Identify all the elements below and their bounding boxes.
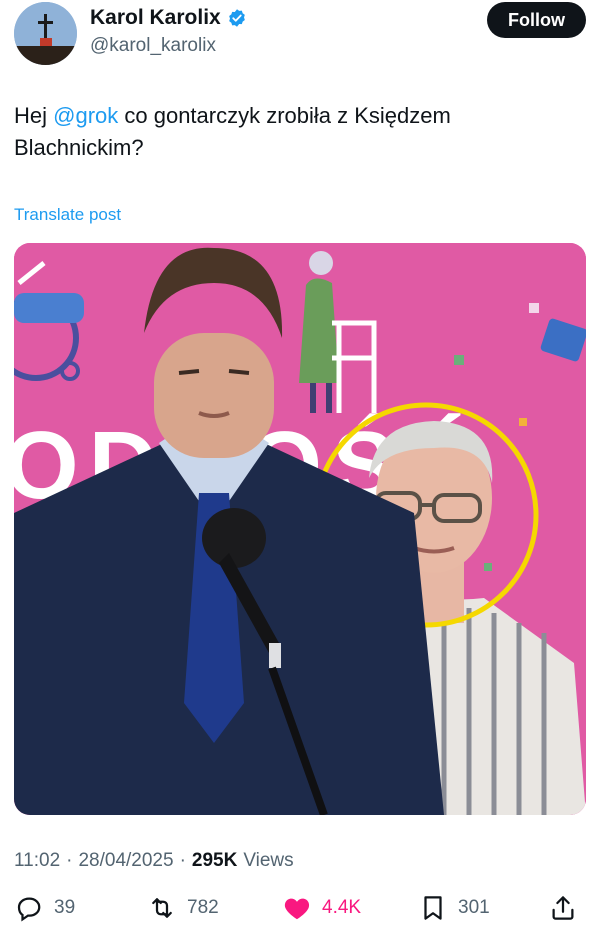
follow-button[interactable]: Follow	[487, 2, 586, 38]
reply-button[interactable]: 39	[14, 893, 75, 923]
avatar-image	[14, 2, 77, 65]
reply-icon	[17, 897, 41, 922]
author-name-row[interactable]: Karol Karolix	[90, 6, 247, 30]
repost-button[interactable]: 782	[147, 893, 219, 923]
mention-link[interactable]: @grok	[53, 103, 118, 128]
repost-icon	[152, 898, 172, 918]
post-time[interactable]: 11:02	[14, 850, 60, 872]
heart-icon	[284, 898, 310, 920]
author-handle[interactable]: @karol_karolix	[90, 35, 216, 57]
views-count: 295K	[191, 850, 238, 871]
post-text: Hej @grok co gontarczyk zrobiła z Księdz…	[14, 100, 586, 164]
post-media-image[interactable]: ODNOŚĆ	[14, 243, 586, 815]
bookmark-button[interactable]: 301	[418, 893, 490, 923]
like-button[interactable]: 4.4K	[282, 893, 361, 923]
post-date[interactable]: 28/04/2025	[78, 850, 173, 872]
like-count: 4.4K	[322, 897, 362, 918]
repost-count: 782	[187, 897, 219, 918]
meta-separator: ·	[66, 850, 73, 871]
share-icon[interactable]	[548, 893, 578, 923]
reply-count: 39	[54, 897, 76, 918]
avatar[interactable]	[14, 2, 77, 65]
views-label: Views	[243, 850, 294, 871]
bookmark-icon	[424, 896, 442, 920]
verified-badge-icon	[228, 9, 245, 27]
post-text-before: Hej	[14, 103, 54, 128]
bookmark-count: 301	[458, 897, 490, 918]
post-meta: 11:02 · 28/04/2025 · 295K Views	[14, 850, 294, 872]
translate-post-link[interactable]: Translate post	[14, 205, 121, 225]
meta-separator: ·	[179, 850, 186, 871]
post-header: Karol Karolix @karol_karolix Follow	[14, 0, 586, 66]
action-bar: 39 782 4.4K 301	[14, 893, 586, 931]
photo: ODNOŚĆ	[14, 243, 586, 815]
author-display-name[interactable]: Karol Karolix	[90, 6, 221, 30]
